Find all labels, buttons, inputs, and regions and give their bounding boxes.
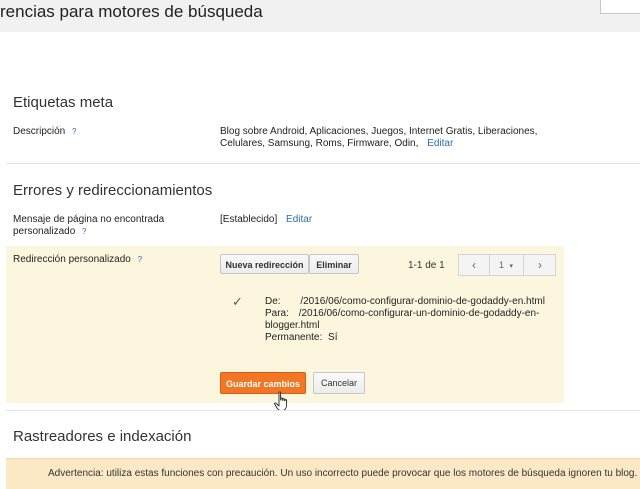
warning-banner: Advertencia: utiliza estas funciones con…	[6, 458, 640, 489]
redirect-permanent: Permanente: Sí	[265, 332, 338, 344]
help-icon[interactable]: ?	[72, 127, 76, 136]
chevron-down-icon: ▾	[509, 263, 514, 270]
not-found-label-line-1: Mensaje de página no encontrada	[13, 214, 165, 225]
redirect-from-value: /2016/06/como-configurar-dominio-de-goda…	[300, 296, 545, 307]
not-found-label: Mensaje de página no encontrada personal…	[13, 214, 164, 238]
section-title-errors: Errores y redireccionamientos	[13, 182, 213, 199]
redirect-permanent-label: Permanente:	[265, 332, 323, 343]
redirect-to: Para: /2016/06/como-configurar-un-domini…	[265, 308, 539, 320]
pager-count: 1-1 de 1	[408, 260, 445, 271]
redirect-to-continued: blogger.html	[265, 320, 320, 331]
section-title-crawlers: Rastreadores e indexación	[13, 428, 192, 445]
help-icon[interactable]: ?	[82, 227, 86, 236]
description-label: Descripción ?	[13, 126, 76, 138]
divider	[6, 163, 640, 164]
redirect-from: De: /2016/06/como-configurar-dominio-de-…	[265, 296, 545, 308]
page-title: rencias para motores de búsqueda	[0, 2, 263, 21]
not-found-label-line-2-text: personalizado	[13, 226, 76, 237]
description-line-1: Blog sobre Android, Aplicaciones, Juegos…	[220, 126, 538, 137]
redirect-label: Redirección personalizado ?	[13, 254, 142, 266]
redirect-from-label: De:	[265, 296, 281, 307]
redirect-to-label: Para:	[265, 308, 289, 319]
pager-page-number: 1	[498, 260, 504, 270]
redirect-permanent-value: Sí	[328, 332, 338, 343]
checkmark-icon[interactable]: ✓	[232, 294, 243, 310]
top-bar: rencias para motores de búsqueda	[0, 0, 640, 32]
description-label-text: Descripción	[13, 126, 66, 137]
description-value: Blog sobre Android, Aplicaciones, Juegos…	[220, 126, 537, 150]
pager-page-select[interactable]: 1 ▾	[490, 255, 522, 275]
pager-next-button[interactable]: ›	[523, 255, 556, 275]
description-line-2-text: Celulares, Samsung, Roms, Firmware, Odin…	[220, 138, 419, 149]
new-redirect-button[interactable]: Nueva redirección	[220, 254, 309, 274]
not-found-label-line-2: personalizado ?	[13, 226, 164, 238]
description-line-2: Celulares, Samsung, Roms, Firmware, Odin…	[220, 138, 537, 150]
not-found-status: [Establecido]	[220, 214, 278, 225]
edit-description-link[interactable]: Editar	[427, 138, 453, 149]
save-changes-button[interactable]: Guardar cambios	[220, 372, 306, 394]
warning-text: Advertencia: utiliza estas funciones con…	[48, 468, 638, 479]
section-title-meta-tags: Etiquetas meta	[13, 94, 114, 111]
help-icon[interactable]: ?	[138, 255, 142, 264]
pager-prev-button[interactable]: ‹	[459, 255, 490, 275]
cancel-button[interactable]: Cancelar	[313, 372, 365, 394]
delete-button[interactable]: Eliminar	[309, 254, 359, 274]
divider	[6, 410, 640, 411]
top-right-control[interactable]	[600, 0, 640, 14]
redirect-to-value-line-1: /2016/06/como-configurar-un-dominio-de-g…	[298, 308, 540, 319]
pager: ‹ 1 ▾ ›	[458, 254, 556, 276]
edit-not-found-link[interactable]: Editar	[286, 214, 312, 225]
not-found-value: [Establecido] Editar	[220, 214, 312, 226]
redirect-label-text: Redirección personalizado	[13, 254, 131, 265]
